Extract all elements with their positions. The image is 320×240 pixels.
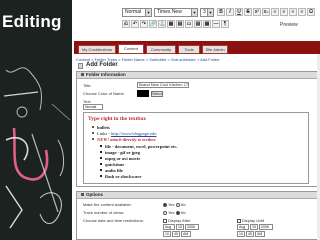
panel-header: Options xyxy=(77,192,319,199)
until-month-select[interactable]: Aug xyxy=(237,224,249,230)
tab-community[interactable]: Community xyxy=(146,45,176,54)
options-panel: Options Make the content available: Yes … xyxy=(76,191,320,240)
after-minute-select[interactable]: 45 xyxy=(172,231,180,237)
after-day-select[interactable]: 15 xyxy=(176,224,184,230)
align-center-button[interactable]: ≡ xyxy=(280,8,288,16)
list-button[interactable]: ▤ xyxy=(176,20,184,28)
color-label: Choose Color of Name: xyxy=(83,91,125,96)
list-item: bullets xyxy=(92,125,110,130)
cms-window: My Contributions Content Community Tools… xyxy=(72,40,320,240)
chalk-doodles xyxy=(3,67,71,229)
after-month-select[interactable]: Aug xyxy=(163,224,175,230)
available-radio-group[interactable]: Yes No xyxy=(163,202,186,207)
after-year-select[interactable]: 2006 xyxy=(185,224,199,230)
display-until-checkbox[interactable]: Display Until xyxy=(237,218,264,223)
preview-link[interactable]: Preview xyxy=(280,22,298,28)
subscript-button[interactable]: x₂ xyxy=(262,8,270,16)
slide: Editing Normal▼ Times New Roman▼ 3▼ B I … xyxy=(0,0,320,240)
link-button[interactable]: 🔗 xyxy=(149,20,157,28)
display-after-checkbox[interactable]: Display After xyxy=(163,218,190,223)
list-item: Links - http://www.blogpage.edu xyxy=(92,131,156,136)
until-day-select[interactable]: 15 xyxy=(250,224,258,230)
insert-table-button[interactable]: ▦ xyxy=(203,20,211,28)
until-ampm-select[interactable]: AM xyxy=(255,231,265,237)
folder-information-panel: Folder Information Title: Brand New Cool… xyxy=(76,71,320,187)
align-right-button[interactable]: ≡ xyxy=(289,8,297,16)
panel-header: Folder Information xyxy=(77,72,319,79)
title-input[interactable]: Brand New Cool Kitchen 17 xyxy=(137,82,189,88)
chevron-down-icon: ▼ xyxy=(145,9,151,16)
after-ampm-select[interactable]: AM xyxy=(181,231,191,237)
underline-button[interactable]: U xyxy=(235,8,243,16)
radio-no[interactable] xyxy=(175,211,180,215)
list-item: image - gif or jpeg xyxy=(100,150,140,155)
track-views-label: Track number of views: xyxy=(83,210,125,215)
special-char-button[interactable]: Ω xyxy=(307,8,315,16)
italic-button[interactable]: I xyxy=(226,8,234,16)
sample-link[interactable]: http://www.blogpage.edu xyxy=(111,131,156,136)
available-label: Make the content available: xyxy=(83,202,132,207)
anchor-button[interactable]: ⚓ xyxy=(158,20,166,28)
chevron-down-icon: ▼ xyxy=(207,9,213,16)
list-item: flash or shockwave xyxy=(100,174,141,179)
editor-intro-line: Type right in the textbox xyxy=(88,116,146,122)
radio-no[interactable] xyxy=(175,203,180,207)
rich-text-editor[interactable]: Type right in the textbox bullets Links … xyxy=(83,112,309,184)
rich-text-toolbar: Normal▼ Times New Roman▼ 3▼ B I U S x² x… xyxy=(120,6,320,39)
until-minute-select[interactable]: 45 xyxy=(246,231,254,237)
track-radio-group[interactable]: Yes No xyxy=(163,210,186,215)
bold-button[interactable]: B xyxy=(217,8,225,16)
table-button[interactable]: ▦ xyxy=(167,20,175,28)
style-select[interactable]: Normal ▼ xyxy=(122,8,152,17)
list-item: file - document, excel, powerpoint etc. xyxy=(100,144,177,149)
slide-title: Editing xyxy=(2,12,62,31)
redo-button[interactable]: ↷ xyxy=(140,20,148,28)
title-label: Title: xyxy=(83,83,92,88)
after-hour-select[interactable]: 10 xyxy=(163,231,171,237)
chevron-down-icon: ▼ xyxy=(191,9,197,16)
tab-my-contributions[interactable]: My Contributions xyxy=(78,45,116,54)
until-year-select[interactable]: 2006 xyxy=(259,224,273,230)
radio-yes[interactable] xyxy=(163,211,167,215)
until-hour-select[interactable]: 10 xyxy=(237,231,245,237)
paragraph-button[interactable]: ¶ xyxy=(221,20,229,28)
page-title: Add Folder xyxy=(86,62,118,68)
undo-button[interactable]: ↶ xyxy=(131,20,139,28)
superscript-button[interactable]: x² xyxy=(253,8,261,16)
list-item: quicktime xyxy=(100,162,124,167)
justify-button[interactable]: ≡ xyxy=(298,8,306,16)
collapse-icon xyxy=(81,73,84,76)
tab-site-admin[interactable]: Site Admin xyxy=(202,45,228,54)
image-button[interactable]: ▭ xyxy=(185,20,193,28)
size-select[interactable]: 3 ▼ xyxy=(200,8,214,17)
strikethrough-button[interactable]: S xyxy=(244,8,252,16)
tab-tools[interactable]: Tools xyxy=(178,45,200,54)
list-item: NEW! attach directly to textbox xyxy=(92,137,156,142)
tab-content[interactable]: Content xyxy=(118,44,144,54)
color-swatch[interactable] xyxy=(137,90,149,97)
select-color-button[interactable]: Select xyxy=(151,91,163,97)
list-item: mpeg or avi movie xyxy=(100,156,140,161)
chalkboard-background xyxy=(0,0,72,240)
editor-style-select[interactable]: Normal xyxy=(83,104,103,110)
cut-button[interactable]: ⎌ xyxy=(122,20,130,28)
horizontal-rule-button[interactable]: — xyxy=(212,20,220,28)
top-navigation: My Contributions Content Community Tools… xyxy=(74,41,320,54)
numbered-list-button[interactable]: ▤ xyxy=(194,20,202,28)
align-left-button[interactable]: ≡ xyxy=(271,8,279,16)
font-select[interactable]: Times New Roman▼ xyxy=(154,8,198,17)
date-restrictions-label: Choose date and time restrictions: xyxy=(83,218,144,223)
folder-icon xyxy=(78,63,83,69)
radio-yes[interactable] xyxy=(163,203,167,207)
list-item: audio file xyxy=(100,168,123,173)
collapse-icon xyxy=(81,193,84,196)
